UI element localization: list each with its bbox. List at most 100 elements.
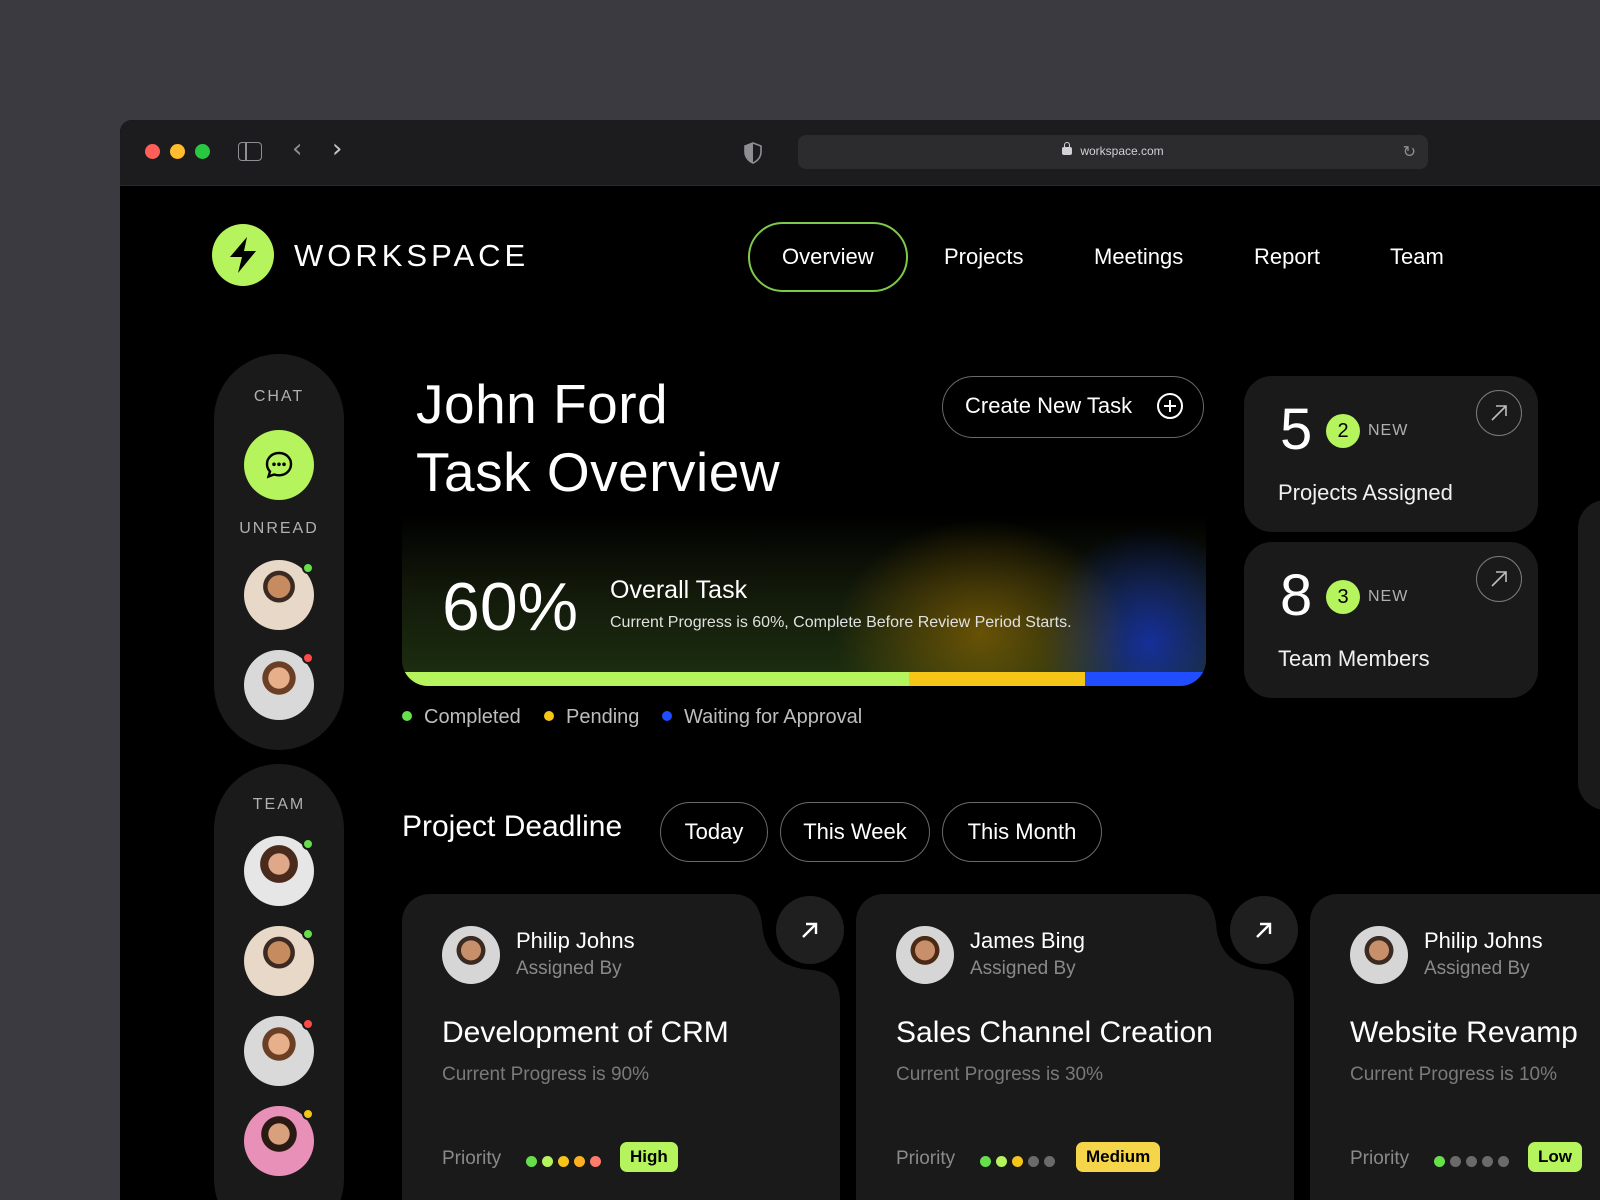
priority-dot — [526, 1156, 537, 1167]
priority-dot — [590, 1156, 601, 1167]
priority-dots — [1434, 1154, 1514, 1167]
sidebar-toggle-icon[interactable] — [238, 142, 262, 161]
task-progress: Current Progress is 90% — [442, 1064, 649, 1085]
priority-dot — [1044, 1156, 1055, 1167]
open-task-button[interactable] — [1230, 896, 1298, 964]
online-status-dot — [302, 838, 314, 850]
task-title: Development of CRM — [442, 1016, 729, 1049]
task-card[interactable]: James Bing Assigned By Sales Channel Cre… — [856, 894, 1304, 1200]
chat-label: CHAT — [253, 388, 305, 405]
arrow-up-right-icon — [1491, 571, 1507, 587]
arrow-up-right-icon — [1256, 922, 1272, 938]
chat-bubble-icon — [265, 451, 293, 479]
stat-value: 5 — [1280, 397, 1313, 462]
stat-label: Team Members — [1278, 646, 1430, 671]
reload-icon[interactable]: ↻ — [1403, 142, 1416, 161]
overall-task-card: 60% Overall Task Current Progress is 60%… — [402, 514, 1206, 686]
legend-pending: Pending — [544, 706, 639, 729]
progress-bar — [402, 672, 1206, 686]
close-window-button[interactable] — [145, 144, 160, 159]
priority-label: Priority — [896, 1148, 956, 1169]
priority-dot — [1466, 1156, 1477, 1167]
url-text: workspace.com — [1080, 144, 1164, 158]
stat-card-projects[interactable]: 5 2 NEW Projects Assigned — [1244, 376, 1538, 532]
forward-arrow-icon[interactable]: › — [332, 136, 342, 162]
waiting-dot-icon — [662, 710, 672, 721]
online-status-dot — [302, 562, 314, 574]
create-new-task-button[interactable]: Create New Task — [942, 376, 1204, 438]
task-card[interactable]: Philip Johns Assigned By Website Revamp … — [1310, 894, 1600, 1200]
priority-dots — [980, 1154, 1060, 1167]
assigner-avatar — [442, 926, 500, 984]
priority-dot — [1482, 1156, 1493, 1167]
arrow-up-right-icon — [1491, 405, 1507, 421]
legend-completed: Completed — [402, 706, 521, 729]
main-navigation: Overview Projects Meetings Report Team — [120, 222, 1600, 292]
nav-report[interactable]: Report — [1254, 222, 1320, 292]
unread-label: UNREAD — [239, 520, 319, 537]
avatar-team-4[interactable] — [244, 1106, 314, 1176]
priority-dot — [1012, 1156, 1023, 1167]
filter-this-month[interactable]: This Month — [942, 802, 1102, 862]
task-progress: Current Progress is 30% — [896, 1064, 1103, 1085]
maximize-window-button[interactable] — [195, 144, 210, 159]
create-new-task-label: Create New Task — [965, 393, 1133, 418]
assigner-name: James Bing — [970, 928, 1085, 953]
priority-badge: Low — [1528, 1142, 1582, 1172]
new-count-badge: 2 — [1326, 414, 1360, 448]
assigner-name: Philip Johns — [1424, 928, 1543, 953]
avatar-team-2[interactable] — [244, 926, 314, 996]
minimize-window-button[interactable] — [170, 144, 185, 159]
overall-task-subtext: Current Progress is 60%, Complete Before… — [610, 614, 1072, 631]
avatar-team-3[interactable] — [244, 1016, 314, 1086]
task-card[interactable]: Philip Johns Assigned By Development of … — [402, 894, 850, 1200]
priority-dot — [1498, 1156, 1509, 1167]
browser-window: ‹ › workspace.com ↻ WORKSPACE Overview P… — [120, 120, 1600, 1200]
new-count-badge: 3 — [1326, 580, 1360, 614]
nav-meetings[interactable]: Meetings — [1094, 222, 1183, 292]
completed-dot-icon — [402, 710, 412, 721]
open-task-button[interactable] — [776, 896, 844, 964]
stat-card-team[interactable]: 8 3 NEW Team Members — [1244, 542, 1538, 698]
nav-team[interactable]: Team — [1390, 222, 1444, 292]
progress-segment — [908, 672, 1086, 686]
page-title-line-2: Task Overview — [416, 441, 781, 503]
assigned-by-label: Assigned By — [970, 958, 1076, 979]
arrow-up-right-icon — [802, 922, 818, 938]
priority-dots — [526, 1154, 606, 1167]
assigned-by-label: Assigned By — [1424, 958, 1530, 979]
online-status-dot — [302, 928, 314, 940]
filter-today[interactable]: Today — [660, 802, 768, 862]
pending-dot-icon — [544, 710, 554, 721]
address-bar[interactable]: workspace.com ↻ — [798, 135, 1428, 169]
busy-status-dot — [302, 652, 314, 664]
nav-overview[interactable]: Overview — [748, 222, 908, 292]
priority-dot — [542, 1156, 553, 1167]
stat-value: 8 — [1280, 563, 1313, 628]
open-arrow-button[interactable] — [1476, 556, 1522, 602]
task-progress: Current Progress is 10% — [1350, 1064, 1557, 1085]
overall-percent: 60% — [442, 569, 579, 645]
avatar-unread-2[interactable] — [244, 650, 314, 720]
task-title: Website Revamp — [1350, 1016, 1578, 1049]
avatar-unread-1[interactable] — [244, 560, 314, 630]
stat-label: Projects Assigned — [1278, 480, 1453, 505]
priority-dot — [1450, 1156, 1461, 1167]
task-title: Sales Channel Creation — [896, 1016, 1213, 1049]
priority-dot — [574, 1156, 585, 1167]
chat-button[interactable] — [244, 430, 314, 500]
priority-dot — [558, 1156, 569, 1167]
back-arrow-icon[interactable]: ‹ — [292, 136, 302, 162]
filter-this-week[interactable]: This Week — [780, 802, 930, 862]
new-label: NEW — [1368, 588, 1409, 605]
privacy-shield-icon[interactable] — [744, 142, 762, 164]
open-arrow-button[interactable] — [1476, 390, 1522, 436]
partial-card-edge — [1578, 500, 1600, 810]
nav-projects[interactable]: Projects — [944, 222, 1023, 292]
priority-dot — [980, 1156, 991, 1167]
browser-toolbar: ‹ › workspace.com ↻ — [120, 120, 1600, 186]
priority-label: Priority — [442, 1148, 502, 1169]
avatar-team-1[interactable] — [244, 836, 314, 906]
team-sidebar: TEAM — [214, 764, 344, 1200]
progress-segment — [1085, 672, 1206, 686]
